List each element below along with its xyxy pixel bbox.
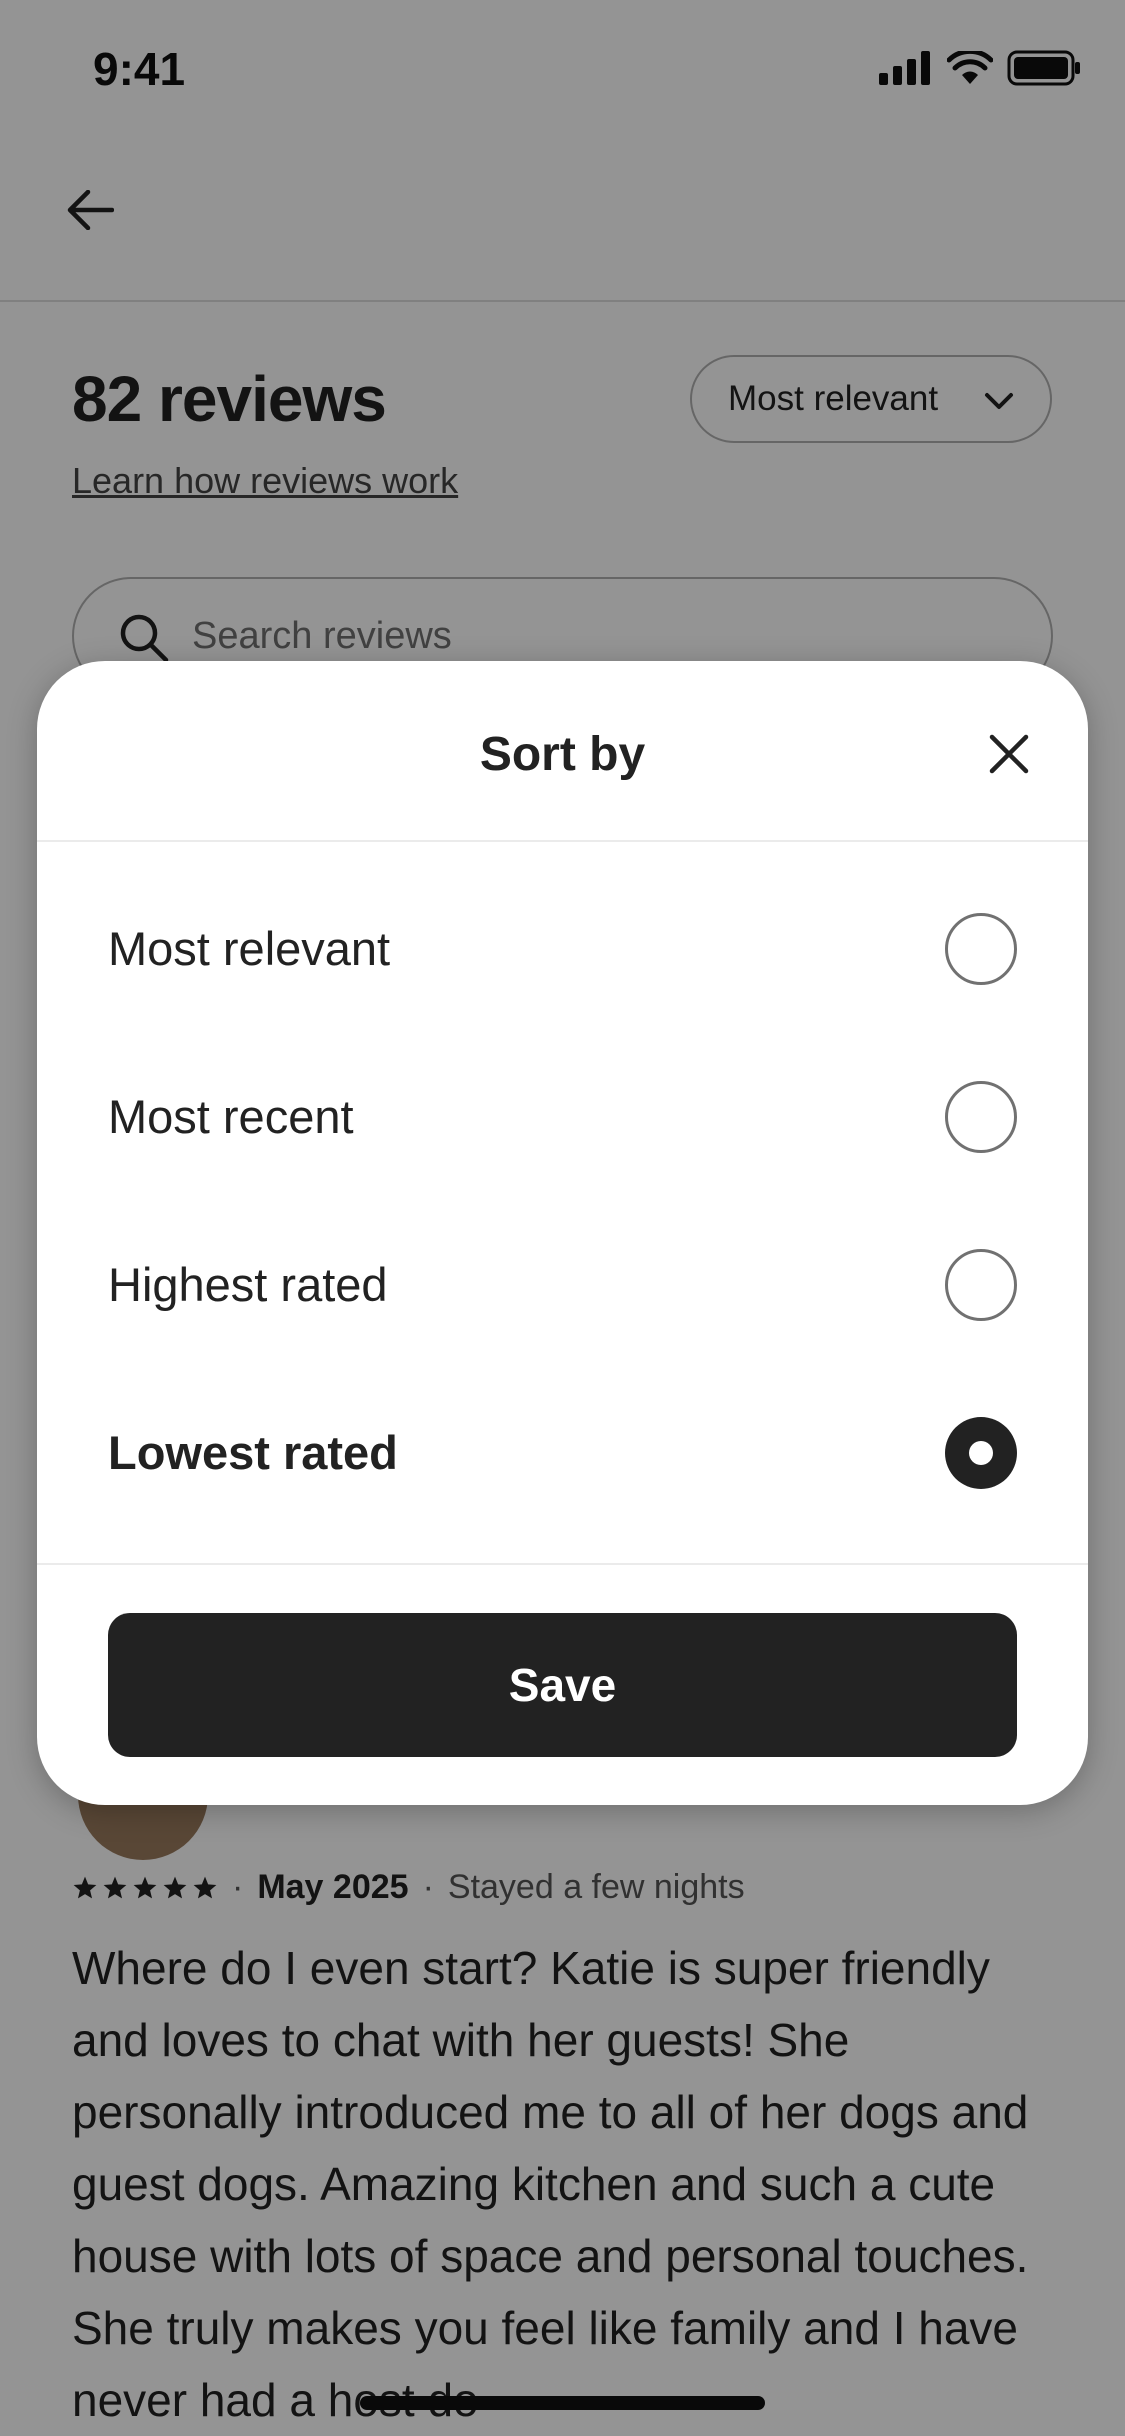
sort-option-most-recent[interactable]: Most recent [37,1031,1088,1199]
radio-unselected[interactable] [945,913,1017,985]
sort-option-label: Lowest rated [108,1426,398,1479]
radio-selected[interactable] [945,1417,1017,1489]
sheet-title: Sort by [479,728,646,781]
sheet-header-divider [37,840,1088,842]
sort-option-label: Most recent [108,1090,354,1143]
radio-unselected[interactable] [945,1249,1017,1321]
close-button[interactable] [986,731,1032,777]
save-button[interactable]: Save [108,1613,1017,1757]
sort-option-label: Most relevant [108,922,391,975]
sort-option-most-relevant[interactable]: Most relevant [37,863,1088,1031]
close-icon [989,734,1029,774]
sheet-footer-divider [37,1563,1088,1565]
sort-option-label: Highest rated [108,1258,388,1311]
sort-option-highest-rated[interactable]: Highest rated [37,1199,1088,1367]
sort-option-lowest-rated[interactable]: Lowest rated [37,1367,1088,1535]
sort-by-sheet: Sort by Most relevant Most recent Highes… [37,661,1088,1805]
radio-unselected[interactable] [945,1081,1017,1153]
